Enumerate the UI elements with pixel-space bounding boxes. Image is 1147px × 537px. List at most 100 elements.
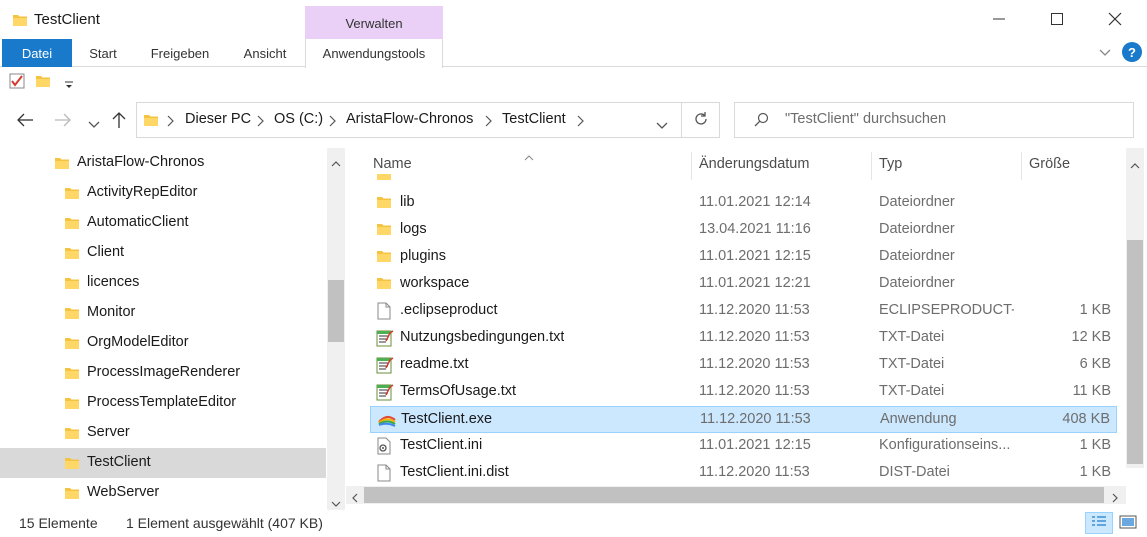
tree-item[interactable]: Server <box>0 418 326 448</box>
tree-item[interactable]: licences <box>0 268 326 298</box>
tab-start[interactable]: Start <box>74 39 132 67</box>
search-box[interactable]: "TestClient" durchsuchen <box>734 102 1134 138</box>
application-icon <box>377 411 397 432</box>
scroll-up-icon[interactable] <box>331 154 341 170</box>
tree-item[interactable]: Client <box>0 238 326 268</box>
item-count: 15 Elemente <box>19 515 98 531</box>
folder-icon <box>64 275 80 295</box>
chevron-right-icon[interactable] <box>257 114 265 130</box>
breadcrumb-testclient[interactable]: TestClient <box>502 111 566 127</box>
tree-item[interactable]: ProcessImageRenderer <box>0 358 326 388</box>
chevron-right-icon[interactable] <box>485 114 493 130</box>
file-row[interactable]: plugins 11.01.2021 12:15 Dateiordner <box>370 244 1117 271</box>
folder-icon <box>143 112 159 131</box>
navigation-pane: AristaFlow-Chronos ActivityRepEditor Autom… <box>0 148 346 510</box>
tab-share[interactable]: Freigeben <box>134 39 226 67</box>
address-history-chevron-icon[interactable] <box>656 117 668 133</box>
tree-item-label: licences <box>87 274 140 290</box>
file-type: TXT-Datei <box>879 383 945 399</box>
folder-icon <box>376 275 392 294</box>
file-list-scroll-thumb[interactable] <box>1127 240 1143 464</box>
file-date: 11.01.2021 12:14 <box>699 194 811 210</box>
refresh-icon <box>693 111 709 130</box>
file-row[interactable]: workspace 11.01.2021 12:21 Dateiordner <box>370 271 1117 298</box>
file-row[interactable]: readme.txt 11.12.2020 11:53 TXT-Datei 6 KB <box>370 352 1117 379</box>
window-title: TestClient <box>34 11 100 28</box>
up-arrow-icon[interactable] <box>112 111 126 132</box>
file-row[interactable]: TestClient.ini 11.01.2021 12:15 Konfigurat… <box>370 433 1117 460</box>
file-row[interactable]: logs 13.04.2021 11:16 Dateiordner <box>370 217 1117 244</box>
maximize-button[interactable] <box>1034 0 1080 38</box>
help-icon[interactable]: ? <box>1122 42 1142 62</box>
file-name: TestClient.ini <box>400 437 483 453</box>
file-name: TestClient.ini.dist <box>400 464 509 480</box>
file-row[interactable]: TestClient.ini.dist 11.12.2020 11:53 DIST-… <box>370 460 1117 487</box>
breadcrumb-dieser-pc[interactable]: Dieser PC <box>185 111 251 127</box>
address-bar[interactable]: Dieser PC OS (C:) AristaFlow-Chronos Tes… <box>136 102 682 138</box>
tab-view[interactable]: Ansicht <box>228 39 302 67</box>
chevron-down-icon[interactable] <box>1098 45 1112 62</box>
column-header-type[interactable]: Typ <box>879 156 902 172</box>
customize-dropdown-icon[interactable] <box>64 77 74 93</box>
close-button[interactable] <box>1092 0 1138 38</box>
file-row[interactable]: .eclipseproduct 11.12.2020 11:53 ECLIPSEPR… <box>370 298 1117 325</box>
file-type: Dateiordner <box>879 248 955 264</box>
column-header-size[interactable]: Größe <box>1029 156 1070 172</box>
new-folder-icon[interactable] <box>35 73 51 92</box>
folder-icon <box>64 395 80 415</box>
file-name: workspace <box>400 275 470 291</box>
file-row[interactable]: TestClient.exe 11.12.2020 11:53 Anwendung 4… <box>370 406 1117 433</box>
tab-file[interactable]: Datei <box>2 39 72 67</box>
folder-icon <box>64 305 80 325</box>
file-type: TXT-Datei <box>879 329 945 345</box>
file-type: Dateiordner <box>879 194 955 210</box>
column-header-date[interactable]: Änderungsdatum <box>699 156 809 172</box>
file-list-horizontal-scrollbar[interactable] <box>346 486 1126 504</box>
file-list-vertical-scrollbar[interactable] <box>1126 148 1144 468</box>
tree-item-label: ProcessImageRenderer <box>87 364 241 380</box>
tab-application-tools[interactable]: Anwendungstools <box>305 39 443 68</box>
scroll-up-icon[interactable] <box>1130 156 1140 172</box>
tree-item-label: AristaFlow-Chronos <box>77 154 205 170</box>
details-view-button[interactable] <box>1085 512 1113 534</box>
tree-item[interactable]: WebServer <box>0 478 326 508</box>
file-date: 11.12.2020 11:53 <box>699 329 810 345</box>
scroll-left-icon[interactable] <box>352 490 358 506</box>
file-type: ECLIPSEPRODUCT-... <box>879 302 1014 318</box>
scroll-right-icon[interactable] <box>1112 490 1118 506</box>
tree-item[interactable]: OrgModelEditor <box>0 328 326 358</box>
context-tab-group-label: Verwalten <box>305 6 443 40</box>
folder-icon <box>64 365 80 385</box>
file-row[interactable]: lib 11.01.2021 12:14 Dateiordner <box>370 190 1117 217</box>
file-date: 13.04.2021 11:16 <box>699 221 811 237</box>
back-arrow-icon[interactable] <box>16 113 34 130</box>
column-header-name[interactable]: Name <box>373 156 412 172</box>
nav-scrollbar[interactable] <box>327 148 345 510</box>
file-date: 11.12.2020 11:53 <box>699 383 810 399</box>
tree-item[interactable]: Monitor <box>0 298 326 328</box>
tree-item[interactable]: ProcessTemplateEditor <box>0 388 326 418</box>
file-row[interactable]: Nutzungsbedingungen.txt 11.12.2020 11:53 T… <box>370 325 1117 352</box>
properties-icon[interactable] <box>9 73 25 92</box>
horizontal-scroll-thumb[interactable] <box>364 487 1104 503</box>
file-row[interactable]: TermsOfUsage.txt 11.12.2020 11:53 TXT-Date… <box>370 379 1117 406</box>
forward-arrow-icon[interactable] <box>54 113 72 130</box>
selection-info: 1 Element ausgewählt (407 KB) <box>126 515 323 531</box>
tree-item[interactable]: TestClient <box>0 448 326 478</box>
minimize-button[interactable] <box>976 0 1022 38</box>
recent-locations-icon[interactable] <box>88 116 100 132</box>
ribbon-tabs: Datei Start Freigeben Ansicht Anwendungs… <box>0 39 1147 68</box>
chevron-right-icon[interactable] <box>167 114 175 130</box>
chevron-right-icon[interactable] <box>329 114 337 130</box>
large-icons-view-button[interactable] <box>1115 512 1141 534</box>
tree-item[interactable]: AutomaticClient <box>0 208 326 238</box>
refresh-button[interactable] <box>682 102 720 138</box>
file-date: 11.12.2020 11:53 <box>699 302 810 318</box>
tree-item[interactable]: AristaFlow-Chronos <box>0 148 326 178</box>
nav-scroll-thumb[interactable] <box>328 280 344 342</box>
scroll-down-icon[interactable] <box>331 494 341 510</box>
chevron-right-icon[interactable] <box>577 114 585 130</box>
breadcrumb-aristaflow-chronos[interactable]: AristaFlow-Chronos <box>346 111 473 127</box>
tree-item[interactable]: ActivityRepEditor <box>0 178 326 208</box>
breadcrumb-os-c[interactable]: OS (C:) <box>274 111 323 127</box>
